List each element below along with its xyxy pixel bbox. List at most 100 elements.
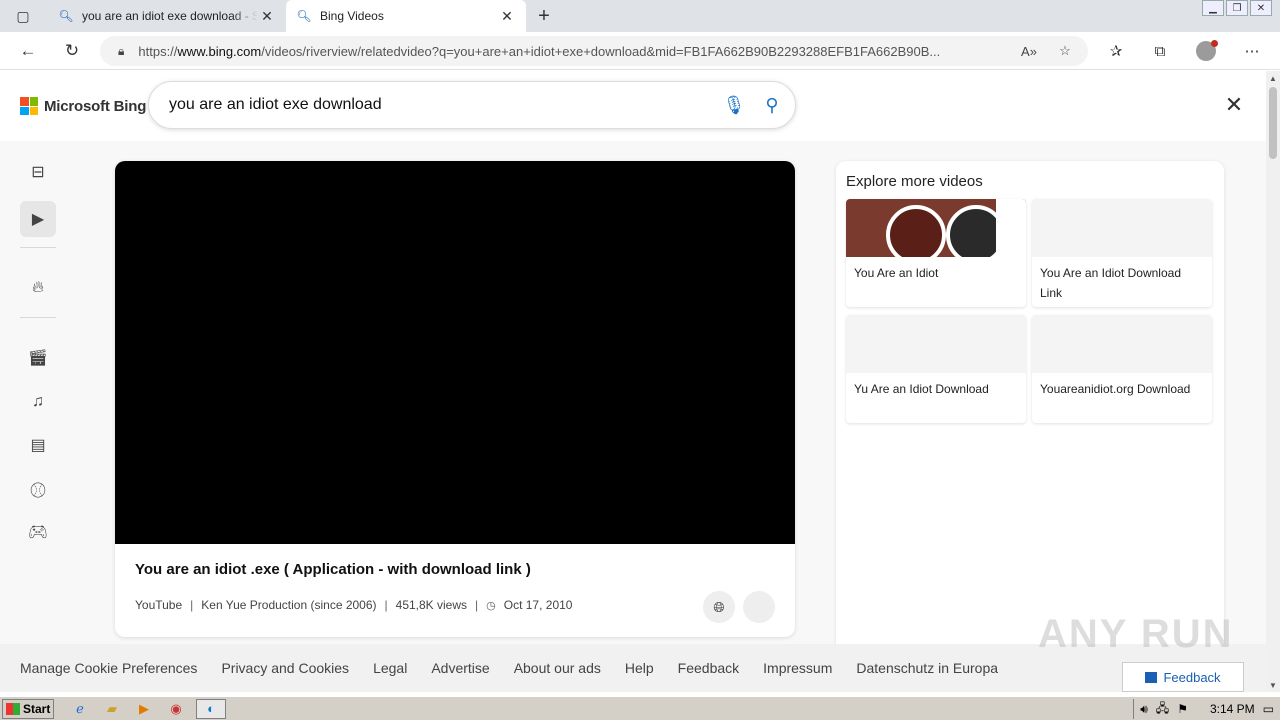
video-thumbnail [846,315,1026,373]
windows-logo-icon [6,702,20,715]
trending-icon[interactable]: 🔥︎ [20,270,56,306]
footer-link[interactable]: Manage Cookie Preferences [20,660,197,676]
footer-link[interactable]: Help [625,660,654,676]
maximize-icon[interactable]: ❐ [1226,0,1248,16]
footer-link[interactable]: Datenschutz in Europa [856,660,998,676]
video-card: You are an idiot .exe ( Application - wi… [115,161,795,637]
meta-separator: | [190,598,194,612]
bing-header: Microsoft Bing 🎙︎ ⚲ ✕ [0,71,1266,141]
video-views: 451,8K views [395,598,468,612]
footer-link[interactable]: Privacy and Cookies [221,660,349,676]
footer-link[interactable]: Advertise [431,660,489,676]
scroll-up-icon[interactable]: ▲ [1266,71,1280,85]
microsoft-logo-icon [20,97,38,115]
video-icon[interactable]: ▶ [20,201,56,237]
close-tab-icon[interactable]: ✕ [498,7,516,25]
close-tab-icon[interactable]: ✕ [258,7,276,25]
read-aloud-icon[interactable]: A» [1018,41,1040,61]
explore-video-card[interactable]: Yu Are an Idiot Download [846,315,1026,423]
bing-page: Microsoft Bing 🎙︎ ⚲ ✕ ⊟ ▶ 🔥︎ 🎬︎ ♫ ▤ ⚾︎ 🎮… [0,71,1266,692]
favorites-icon[interactable]: ✰ [1104,40,1128,62]
clock[interactable]: 3:14 PM [1210,702,1255,716]
anyrun-watermark: ANY RUN [1038,612,1234,656]
explore-video-label: Yu Are an Idiot Download [854,382,989,396]
collections-icon[interactable]: ⧉ [1148,40,1172,62]
share-button[interactable] [743,591,775,623]
close-icon[interactable]: ✕ [1222,92,1246,117]
video-source[interactable]: YouTube [135,598,182,612]
globe-icon[interactable]: 🌐︎ [703,591,735,623]
video-thumbnail [1032,315,1212,373]
feedback-button[interactable]: Feedback [1122,662,1244,692]
profile-avatar[interactable] [1196,40,1218,61]
footer-link[interactable]: Feedback [678,660,739,676]
collapse-panel-icon[interactable]: ⊟ [20,154,56,190]
refresh-icon[interactable]: ↻ [58,38,86,64]
close-window-icon[interactable]: ✕ [1250,0,1272,16]
film-icon[interactable]: 🎬︎ [20,340,56,376]
video-player[interactable] [115,161,795,544]
footer-link[interactable]: About our ads [514,660,601,676]
meta-separator: | [384,598,388,612]
edge-icon[interactable]: ◐ [196,698,226,719]
volume-icon[interactable]: 🔊︎ [1140,702,1148,717]
flag-icon[interactable]: ⚑ [1177,702,1188,716]
video-date: Oct 17, 2010 [503,598,573,612]
video-thumbnail [1032,199,1212,257]
start-button[interactable]: Start [2,698,54,719]
tab-search[interactable]: 🔍︎ you are an idiot exe download - Searc… [48,0,286,32]
news-icon[interactable]: ▤ [20,427,56,463]
windows-taskbar: Start ℯ ▰ ▶ ◉ ◐ 🔊︎ 🖧︎ ⚑ 3:14 PM ▭ [0,696,1280,720]
internet-explorer-icon[interactable]: ℯ [68,699,92,719]
tab-bing-videos[interactable]: 🔍︎ Bing Videos ✕ [286,0,526,32]
rail-divider [20,247,56,248]
add-favorite-icon[interactable]: ☆ [1054,41,1076,61]
lock-icon: 🔒︎ [118,43,125,58]
feedback-label: Feedback [1163,669,1221,685]
feedback-icon [1145,671,1158,683]
explore-video-label: You Are an Idiot [854,266,939,280]
address-bar[interactable]: 🔒︎ https://www.bing.com/videos/riverview… [100,36,1088,66]
footer-link[interactable]: Impressum [763,660,832,676]
network-icon[interactable]: 🖧︎ [1156,699,1169,720]
browser-toolbar: ← ↻ 🔒︎ https://www.bing.com/videos/river… [0,32,1280,70]
minimize-icon[interactable]: ▁ [1202,0,1224,16]
scroll-down-icon[interactable]: ▼ [1266,678,1280,692]
back-icon[interactable]: ← [14,38,42,64]
search-icon[interactable]: ⚲ [761,94,783,116]
explore-video-card[interactable]: Youareanidiot.org Download [1032,315,1212,423]
explore-video-card[interactable]: You Are an Idiot [846,199,1026,307]
browser-tab-strip: ▢ 🔍︎ you are an idiot exe download - Sea… [0,0,1280,32]
sports-icon[interactable]: ⚾︎ [20,471,56,507]
scrollbar-thumb[interactable] [1269,87,1277,159]
rail-divider [20,317,56,318]
video-title[interactable]: You are an idiot .exe ( Application - wi… [135,561,531,578]
file-explorer-icon[interactable]: ▰ [100,699,124,719]
search-box[interactable]: 🎙︎ ⚲ [148,81,796,129]
tab-title: you are an idiot exe download - Search [82,9,258,23]
gaming-icon[interactable]: 🎮︎ [20,514,56,550]
tab-actions-icon[interactable]: ▢ [10,6,36,26]
brand-name: Microsoft Bing [44,97,147,115]
search-input[interactable] [169,96,709,114]
system-tray: 🔊︎ 🖧︎ ⚑ 3:14 PM ▭ [1133,699,1280,719]
media-player-icon[interactable]: ▶ [132,699,156,719]
video-channel[interactable]: Ken Yue Production (since 2006) [201,598,376,612]
show-desktop-icon[interactable]: ▭ [1263,702,1274,716]
explore-video-card[interactable]: You Are an Idiot Download Link [1032,199,1212,307]
music-icon[interactable]: ♫ [20,384,56,420]
search-icon: 🔍︎ [58,9,74,23]
microphone-icon[interactable]: 🎙︎ [723,94,746,116]
video-metadata: YouTube | Ken Yue Production (since 2006… [135,598,572,612]
meta-separator: | [475,598,479,612]
more-menu-icon[interactable]: ⋯ [1240,40,1264,62]
bing-logo[interactable]: Microsoft Bing [20,97,146,115]
window-controls: ▁ ❐ ✕ [1202,0,1272,18]
chrome-icon[interactable]: ◉ [164,699,188,719]
new-tab-button[interactable]: + [532,4,556,28]
page-scrollbar[interactable]: ▲ ▼ [1266,71,1280,692]
clock-icon: ◷ [486,599,496,612]
footer-link[interactable]: Legal [373,660,407,676]
video-thumbnail [846,199,1026,257]
tab-title: Bing Videos [320,9,384,23]
